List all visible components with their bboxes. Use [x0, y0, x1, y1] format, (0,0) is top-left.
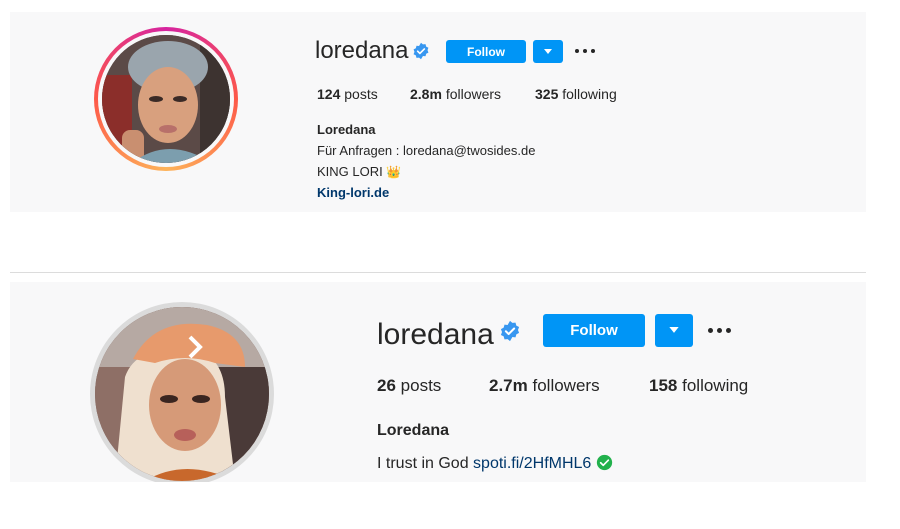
crown-icon: 👑	[386, 165, 402, 179]
bio-line: Für Anfragen : loredana@twosides.de	[317, 143, 536, 158]
chevron-down-icon	[544, 48, 552, 54]
check-circle-icon	[596, 454, 612, 471]
more-options-icon[interactable]	[708, 328, 731, 333]
bio-line: KING LORI 👑	[317, 164, 402, 179]
following-count[interactable]: 158 following	[649, 376, 748, 396]
verified-badge-icon	[500, 320, 520, 342]
bio-line: I trust in God spoti.fi/2HfMHL6	[377, 454, 613, 473]
profile-photo	[102, 35, 230, 163]
avatar[interactable]	[95, 307, 269, 481]
chevron-down-icon	[669, 327, 679, 333]
bio-name: Loredana	[317, 122, 376, 137]
dropdown-button[interactable]	[533, 40, 563, 63]
follow-button[interactable]: Follow	[543, 314, 645, 347]
divider	[10, 272, 866, 273]
verified-badge-icon	[413, 42, 429, 60]
followers-count[interactable]: 2.7m followers	[489, 376, 600, 396]
profile-photo	[95, 307, 269, 481]
avatar[interactable]	[102, 35, 230, 163]
following-count[interactable]: 325 following	[535, 86, 617, 102]
bio-link[interactable]: spoti.fi/2HfMHL6	[473, 455, 591, 472]
dropdown-button[interactable]	[655, 314, 693, 347]
posts-count: 26 posts	[377, 376, 442, 395]
followers-count[interactable]: 2.8m followers	[410, 86, 501, 102]
profile-header-2: loredana Follow 26 posts 2.7m followers …	[10, 282, 866, 482]
follow-button[interactable]: Follow	[446, 40, 526, 63]
username: loredana	[377, 318, 494, 351]
posts-count: 124 posts	[317, 86, 378, 102]
bio-link[interactable]: King-lori.de	[317, 185, 389, 200]
username: loredana	[315, 37, 409, 64]
profile-header-1: loredana Follow 124 posts 2.8m followers…	[10, 12, 866, 212]
more-options-icon[interactable]	[575, 49, 595, 53]
bio-name: Loredana	[377, 422, 450, 439]
